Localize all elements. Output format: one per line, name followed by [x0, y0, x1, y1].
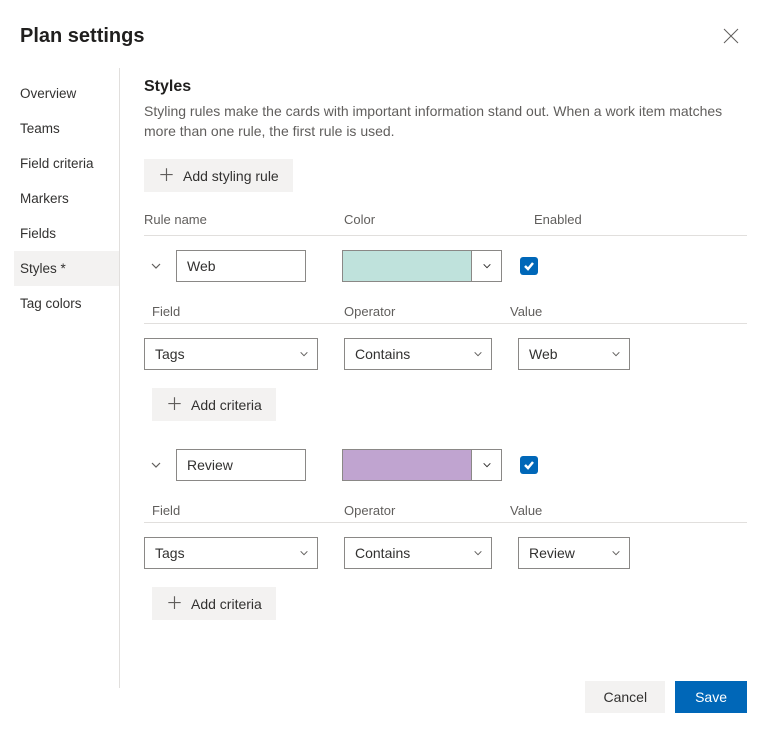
color-swatch	[343, 251, 471, 281]
button-label: Add criteria	[191, 596, 262, 612]
expand-toggle[interactable]	[144, 453, 168, 477]
plus-icon: ＋	[166, 396, 183, 413]
check-icon	[523, 260, 535, 272]
chevron-down-icon	[299, 548, 309, 558]
rule-name-input[interactable]	[176, 449, 306, 481]
chevron-down-icon	[473, 548, 483, 558]
criteria-row: Tags Contains Web	[144, 323, 747, 376]
select-value: Tags	[155, 545, 185, 561]
page-title: Plan settings	[20, 25, 144, 48]
col-field: Field	[152, 503, 344, 518]
footer: Cancel Save	[585, 681, 747, 713]
section-title: Styles	[144, 78, 747, 96]
color-dropdown-toggle[interactable]	[471, 450, 501, 480]
chevron-down-icon	[150, 459, 162, 471]
rule-row	[144, 235, 747, 296]
button-label: Add criteria	[191, 397, 262, 413]
col-operator: Operator	[344, 503, 510, 518]
col-value: Value	[510, 503, 542, 518]
color-dropdown-toggle[interactable]	[471, 251, 501, 281]
enabled-checkbox[interactable]	[520, 257, 538, 275]
rule-columns-header: Rule name Color Enabled	[144, 212, 747, 227]
col-value: Value	[510, 304, 542, 319]
chevron-down-icon	[150, 260, 162, 272]
main-content: Styles Styling rules make the cards with…	[120, 68, 771, 688]
sidebar-item-label: Markers	[20, 191, 69, 206]
sidebar-item-fields[interactable]: Fields	[20, 216, 119, 251]
section-description: Styling rules make the cards with import…	[144, 102, 747, 141]
close-button[interactable]	[715, 20, 747, 52]
check-icon	[523, 459, 535, 471]
chevron-down-icon	[611, 548, 621, 558]
enabled-checkbox[interactable]	[520, 456, 538, 474]
col-operator: Operator	[344, 304, 510, 319]
select-value: Tags	[155, 346, 185, 362]
sidebar-item-tag-colors[interactable]: Tag colors	[20, 286, 119, 321]
chevron-down-icon	[611, 349, 621, 359]
operator-select[interactable]: Contains	[344, 537, 492, 569]
color-picker[interactable]	[342, 449, 502, 481]
color-picker[interactable]	[342, 250, 502, 282]
save-button[interactable]: Save	[675, 681, 747, 713]
add-criteria-button[interactable]: ＋ Add criteria	[152, 388, 276, 421]
select-value: Web	[529, 346, 558, 362]
sidebar-item-field-criteria[interactable]: Field criteria	[20, 146, 119, 181]
sidebar-item-markers[interactable]: Markers	[20, 181, 119, 216]
sidebar-item-teams[interactable]: Teams	[20, 111, 119, 146]
button-label: Add styling rule	[183, 168, 279, 184]
field-select[interactable]: Tags	[144, 537, 318, 569]
criteria-row: Tags Contains Review	[144, 522, 747, 575]
field-select[interactable]: Tags	[144, 338, 318, 370]
rule-block: Field Operator Value Tags Contains Web	[144, 235, 747, 435]
cancel-button[interactable]: Cancel	[585, 681, 665, 713]
add-criteria-button[interactable]: ＋ Add criteria	[152, 587, 276, 620]
col-field: Field	[152, 304, 344, 319]
chevron-down-icon	[482, 261, 492, 271]
sidebar-item-label: Tag colors	[20, 296, 82, 311]
sidebar-item-label: Styles *	[20, 261, 66, 276]
color-swatch	[343, 450, 471, 480]
select-value: Review	[529, 545, 575, 561]
sidebar-item-overview[interactable]: Overview	[20, 76, 119, 111]
chevron-down-icon	[473, 349, 483, 359]
operator-select[interactable]: Contains	[344, 338, 492, 370]
criteria-columns-header: Field Operator Value	[144, 495, 747, 522]
close-icon	[723, 28, 739, 44]
plus-icon: ＋	[166, 595, 183, 612]
criteria-columns-header: Field Operator Value	[144, 296, 747, 323]
sidebar-item-label: Field criteria	[20, 156, 94, 171]
select-value: Contains	[355, 545, 410, 561]
sidebar-item-label: Teams	[20, 121, 60, 136]
select-value: Contains	[355, 346, 410, 362]
value-select[interactable]: Review	[518, 537, 630, 569]
rule-name-input[interactable]	[176, 250, 306, 282]
value-select[interactable]: Web	[518, 338, 630, 370]
expand-toggle[interactable]	[144, 254, 168, 278]
chevron-down-icon	[299, 349, 309, 359]
plus-icon: ＋	[158, 167, 175, 184]
sidebar: Overview Teams Field criteria Markers Fi…	[20, 68, 120, 688]
col-rule-name: Rule name	[144, 212, 344, 227]
rule-block: Field Operator Value Tags Contains Revie…	[144, 435, 747, 634]
sidebar-item-label: Overview	[20, 86, 76, 101]
sidebar-item-styles[interactable]: Styles *	[14, 251, 119, 286]
rule-row	[144, 435, 747, 495]
chevron-down-icon	[482, 460, 492, 470]
col-enabled: Enabled	[534, 212, 674, 227]
sidebar-item-label: Fields	[20, 226, 56, 241]
add-styling-rule-button[interactable]: ＋ Add styling rule	[144, 159, 293, 192]
col-color: Color	[344, 212, 534, 227]
